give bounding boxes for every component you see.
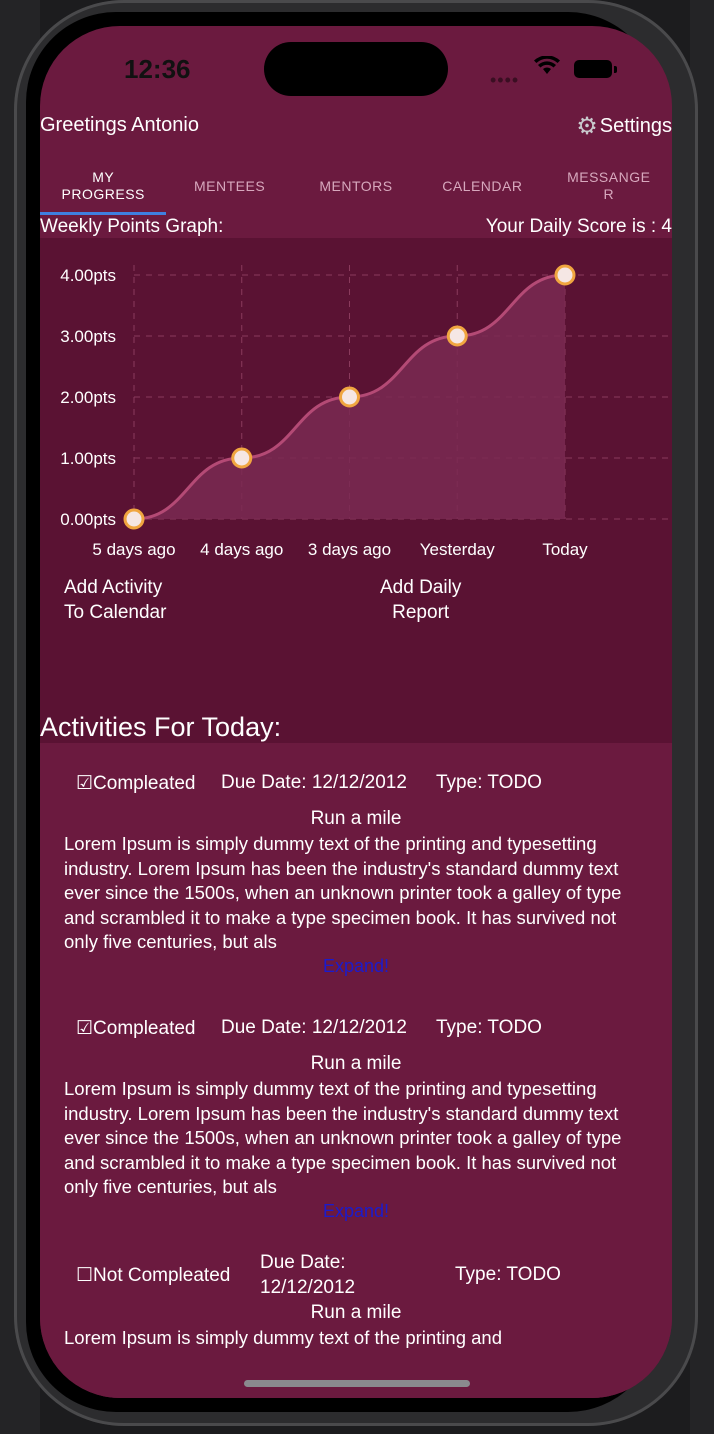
completion-checkbox[interactable]: ☑Compleated	[76, 1017, 195, 1040]
status-time: 12:36	[124, 54, 191, 84]
tab-mentors[interactable]: MENTORS	[293, 156, 419, 216]
dynamic-island	[264, 42, 448, 96]
activity-description: Lorem Ipsum is simply dummy text of the …	[64, 1078, 622, 1197]
x-tick-label: Today	[542, 540, 588, 559]
tab-label: MY PROGRESS	[61, 169, 145, 202]
activities-title: Activities For Today:	[40, 712, 282, 742]
x-tick-label: 5 days ago	[92, 540, 175, 559]
activities-list[interactable]: ☑Compleated Due Date: 12/12/2012 Type: T…	[40, 746, 672, 1398]
expand-link[interactable]: Expand!	[40, 956, 672, 977]
data-point	[446, 325, 468, 347]
add-report-label-line1: Add Daily	[380, 577, 462, 598]
activity-type: Type: TODO	[436, 1017, 542, 1038]
due-date-label: Due Date:	[260, 1252, 346, 1273]
activity-card[interactable]: ☑Compleated Due Date: 12/12/2012 Type: T…	[40, 746, 672, 991]
add-report-label-line2: Report	[392, 602, 450, 623]
chart-canvas: 0.00pts 1.00pts 2.00pts 3.00pts 4.00pts 5 day…	[60, 264, 672, 559]
greeting-text: Greetings Antonio	[40, 114, 199, 136]
active-tab-indicator	[40, 212, 166, 215]
settings-label: Settings	[599, 115, 672, 137]
wifi-icon	[534, 56, 560, 74]
add-daily-report-button[interactable]: Add Daily Report	[380, 575, 461, 625]
activity-description: Lorem Ipsum is simply dummy text of the …	[64, 1327, 503, 1348]
home-indicator[interactable]	[244, 1380, 470, 1387]
activity-type: Type: TODO	[436, 772, 542, 793]
cellular-signal-icon: ••••	[490, 70, 520, 90]
expand-link[interactable]: Expand!	[40, 1201, 672, 1222]
add-activity-button[interactable]: Add Activity To Calendar	[64, 575, 166, 625]
activity-card[interactable]: ☐Not Compleated Due Date: 12/12/2012 Typ…	[40, 1236, 672, 1398]
completion-checkbox[interactable]: ☐Not Compleated	[76, 1264, 230, 1287]
activity-title: Run a mile	[310, 1053, 402, 1074]
y-tick-label: 0.00pts	[60, 510, 116, 529]
gear-icon: ⚙	[576, 113, 598, 140]
add-activity-label-line1: Add Activity	[64, 577, 163, 598]
tab-label: CALENDAR	[442, 177, 523, 194]
settings-button[interactable]: ⚙ Settings	[576, 112, 672, 141]
activity-card[interactable]: ☑Compleated Due Date: 12/12/2012 Type: T…	[40, 991, 672, 1236]
activity-description: Lorem Ipsum is simply dummy text of the …	[64, 833, 622, 952]
graph-title: Weekly Points Graph:	[40, 216, 224, 237]
tab-calendar[interactable]: CALENDAR	[419, 156, 545, 216]
add-activity-label-line2: To Calendar	[64, 602, 167, 623]
completion-checkbox[interactable]: ☑Compleated	[76, 772, 195, 795]
y-tick-label: 4.00pts	[60, 266, 116, 285]
tab-my-progress[interactable]: MY PROGRESS	[40, 156, 166, 216]
y-tick-label: 2.00pts	[60, 388, 116, 407]
data-point	[123, 508, 145, 530]
tab-label: MENTORS	[319, 177, 393, 194]
weekly-points-chart: 0.00pts 1.00pts 2.00pts 3.00pts 4.00pts 5 day…	[40, 238, 672, 743]
tab-mentees[interactable]: MENTEES	[166, 156, 292, 216]
battery-icon	[574, 60, 617, 78]
daily-score: Your Daily Score is : 4	[485, 216, 672, 237]
activity-title: Run a mile	[310, 808, 402, 829]
data-point	[231, 447, 253, 469]
data-point	[554, 264, 576, 286]
x-tick-label: 4 days ago	[200, 540, 283, 559]
due-date: Due Date: 12/12/2012	[221, 772, 407, 793]
tab-messanger[interactable]: MESSANGE R	[546, 156, 672, 216]
tab-label: MENTEES	[193, 177, 266, 194]
y-tick-label: 1.00pts	[60, 449, 116, 468]
activity-type: Type: TODO	[455, 1264, 561, 1285]
due-date-value: 12/12/2012	[260, 1277, 356, 1298]
activity-title: Run a mile	[310, 1302, 402, 1323]
tab-bar: MY PROGRESS MENTEES MENTORS CALENDAR MES…	[40, 156, 672, 216]
x-tick-label: 3 days ago	[308, 540, 391, 559]
data-point	[339, 386, 360, 408]
tab-label: MESSANGE R	[567, 169, 651, 202]
due-date: Due Date: 12/12/2012	[221, 1017, 407, 1038]
app-screen: 12:36 •••• Greetings Antonio ⚙ Settings …	[40, 26, 672, 1398]
x-tick-label: Yesterday	[420, 540, 495, 559]
y-tick-label: 3.00pts	[60, 327, 116, 346]
